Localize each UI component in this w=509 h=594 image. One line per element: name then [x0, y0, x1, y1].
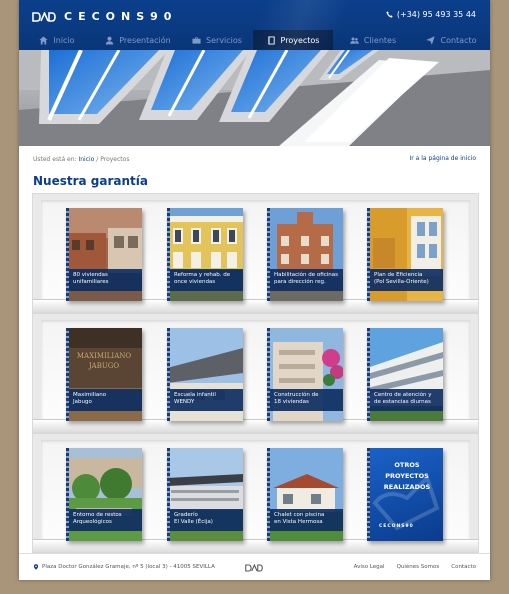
project-title-line1: Entorno de restos: [73, 512, 122, 518]
project-title-line1: Chalet con piscina: [274, 512, 325, 518]
header: CECONS90 (+34) 95 493 35 44 Inicio Prese…: [19, 0, 490, 50]
breadcrumb: Usted está en: Inicio / Proyectos: [33, 156, 129, 163]
project-title-line1: Construcción de: [274, 392, 319, 398]
breadcrumb-current: Proyectos: [100, 156, 130, 163]
nav-label: Contacto: [440, 35, 477, 45]
sign-text-line1: MAXIMILIANO: [77, 352, 131, 360]
project-title-line2: El Valle (Écija): [174, 519, 213, 525]
nav-item-proyectos[interactable]: Proyectos: [253, 30, 333, 50]
hero-image: [19, 50, 490, 146]
phone: (+34) 95 493 35 44: [386, 10, 476, 19]
project-title-line2: (Pol Sevilla-Oriente): [374, 279, 429, 285]
nav-item-servicios[interactable]: Servicios: [181, 30, 253, 50]
home-page-link[interactable]: Ir a la página de inicio: [409, 155, 476, 162]
phone-icon: [386, 11, 393, 18]
nav-label: Servicios: [206, 35, 242, 45]
project-card[interactable]: Entorno de restos Arqueológicos: [66, 448, 142, 541]
footer: Plaza Doctor González Gramaje, nº 5 (loc…: [19, 553, 490, 580]
breadcrumb-prefix: Usted está en:: [33, 156, 77, 163]
nav-label: Clientes: [363, 35, 397, 45]
project-title-line2: de estancias diurnas: [374, 399, 431, 405]
project-title-line2: Jabugo: [73, 399, 92, 405]
project-card[interactable]: MAXIMILIANO JABUGO Maximiliano Jabugo: [66, 328, 142, 421]
nav-label: Proyectos: [280, 35, 320, 45]
phone-number: (+34) 95 493 35 44: [396, 10, 476, 19]
shelf-3: Entorno de restos Arqueológicos Graderío E…: [32, 433, 479, 553]
other-projects-card[interactable]: OTROS PROYECTOS REALIZADOS CECONS90: [367, 448, 443, 541]
address-text: Plaza Doctor González Gramaje, nº 5 (loc…: [42, 564, 215, 570]
project-card[interactable]: Graderío El Valle (Écija): [167, 448, 243, 541]
book-icon: [267, 35, 275, 45]
footer-link-aviso-legal[interactable]: Aviso Legal: [354, 564, 385, 570]
project-card[interactable]: Habilitación de oficinas para dirección r…: [267, 208, 343, 301]
project-title-line2: para dirección reg.: [274, 279, 326, 285]
project-card[interactable]: Escuela infantil WENDY: [167, 328, 243, 421]
project-title-line1: Plan de Eficiencia: [374, 272, 423, 278]
shelf-2: MAXIMILIANO JABUGO Maximiliano Jabugo Esc…: [32, 313, 479, 433]
map-pin-icon: [33, 564, 39, 570]
page: CECONS90 (+34) 95 493 35 44 Inicio Prese…: [19, 0, 490, 580]
nav-item-contacto[interactable]: Contacto: [413, 30, 490, 50]
page-title: Nuestra garantía: [33, 174, 148, 188]
project-title-line1: Graderío: [174, 512, 198, 518]
project-card[interactable]: Reforma y rehab. de once viviendas: [167, 208, 243, 301]
nav-item-presentacion[interactable]: Presentación: [95, 30, 181, 50]
project-title-line1: 80 viviendas: [73, 272, 108, 278]
project-card[interactable]: Construcción de 18 viviendas: [267, 328, 343, 421]
other-projects-line3: REALIZADOS: [383, 483, 431, 491]
footer-link-quienes-somos[interactable]: Quiénes Somos: [397, 564, 440, 570]
nav-item-inicio[interactable]: Inicio: [19, 30, 95, 50]
project-title-line1: Reforma y rehab. de: [174, 272, 231, 278]
main-nav: Inicio Presentación Servicios Proyectos …: [19, 30, 490, 50]
shelf-1: 80 viviendas unifamiliares Reforma y reha…: [32, 193, 479, 313]
logo-mark-icon: [32, 11, 56, 22]
project-title-line2: unifamiliares: [73, 279, 109, 285]
users-icon: [350, 37, 359, 44]
project-title-line2: en Vista Hermosa: [274, 519, 323, 525]
breadcrumb-home-link[interactable]: Inicio: [78, 156, 94, 163]
logo-text: CECONS90: [64, 10, 178, 23]
project-title-line2: once viviendas: [174, 279, 216, 285]
sign-text-line2: JABUGO: [88, 362, 119, 370]
project-title-line1: Maximiliano: [73, 392, 107, 398]
footer-logo-icon[interactable]: [245, 564, 263, 572]
nav-label: Inicio: [53, 35, 75, 45]
breadcrumb-separator: /: [96, 156, 99, 163]
project-card[interactable]: 80 viviendas unifamiliares: [66, 208, 142, 301]
footer-address: Plaza Doctor González Gramaje, nº 5 (loc…: [33, 564, 215, 570]
home-icon: [39, 35, 48, 45]
footer-links: Aviso Legal Quiénes Somos Contacto: [354, 564, 476, 570]
logo[interactable]: CECONS90: [32, 10, 177, 23]
other-projects-logo: CECONS90: [379, 524, 414, 529]
nav-label: Presentación: [119, 35, 171, 45]
project-title-line1: Escuela infantil: [174, 392, 216, 398]
user-icon: [105, 36, 114, 45]
project-card[interactable]: Plan de Eficiencia (Pol Sevilla-Oriente): [367, 208, 443, 301]
project-title-line1: Centro de atención y: [374, 392, 432, 398]
footer-link-contacto[interactable]: Contacto: [451, 564, 476, 570]
project-title-line2: Arqueológicos: [73, 519, 112, 525]
briefcase-icon: [192, 36, 201, 44]
project-title-line2: WENDY: [174, 399, 195, 405]
project-title-line2: 18 viviendas: [274, 399, 309, 405]
project-card[interactable]: Chalet con piscina en Vista Hermosa: [267, 448, 343, 541]
send-icon: [426, 35, 436, 45]
other-projects-line2: PROYECTOS: [385, 472, 429, 480]
nav-item-clientes[interactable]: Clientes: [333, 30, 413, 50]
project-title-line1: Habilitación de oficinas: [274, 272, 338, 278]
project-card[interactable]: Centro de atención y de estancias diurnas: [367, 328, 443, 421]
other-projects-line1: OTROS: [394, 461, 420, 469]
